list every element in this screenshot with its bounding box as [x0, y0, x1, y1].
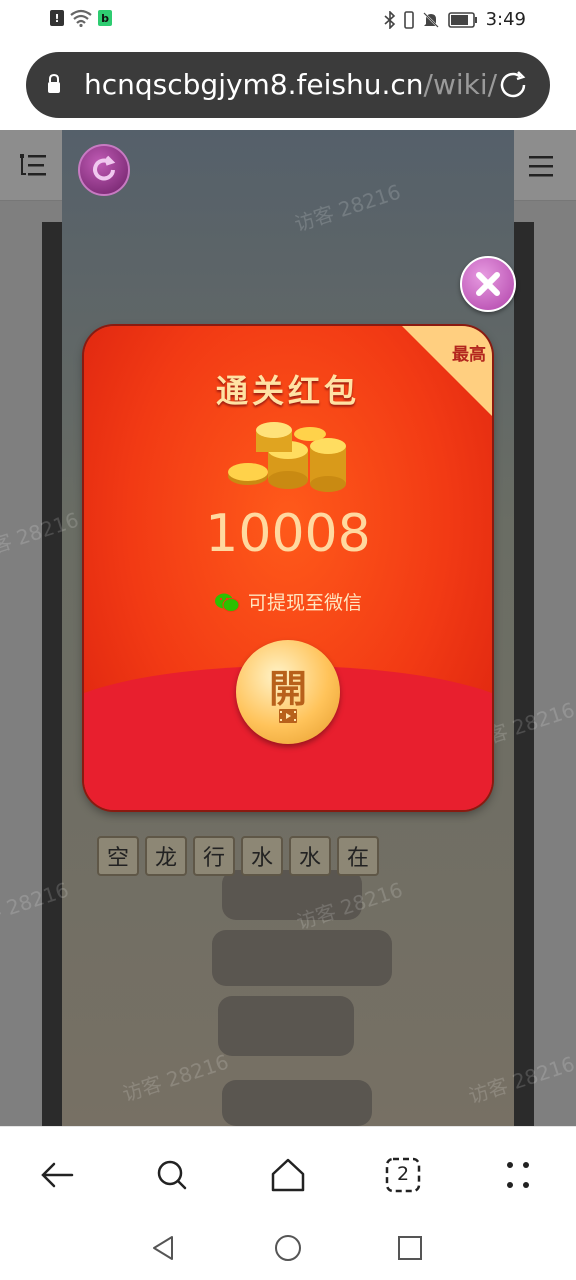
vibrate-icon	[403, 10, 414, 29]
close-button[interactable]	[460, 256, 516, 312]
tabs-button[interactable]: 2	[383, 1155, 423, 1195]
open-button[interactable]: 開	[236, 640, 340, 744]
status-right-icons: 3:49	[384, 9, 526, 30]
system-nav-bar	[0, 1216, 576, 1280]
address-bar[interactable]: hcnqscbgjym8.feishu.cn/wiki/	[26, 52, 550, 118]
tab-count: 2	[396, 1163, 410, 1185]
bg-shape	[218, 996, 354, 1056]
reload-icon[interactable]	[496, 68, 530, 102]
withdraw-text: 可提现至微信	[247, 592, 362, 614]
status-left-icons: ! b	[50, 9, 112, 27]
answer-tile[interactable]: 行	[193, 836, 235, 876]
system-home-icon[interactable]	[274, 1234, 302, 1262]
bluetooth-icon	[384, 10, 395, 29]
answer-tile[interactable]: 水	[289, 836, 331, 876]
bg-shape	[212, 930, 392, 986]
menu-icon[interactable]	[528, 154, 554, 178]
open-label: 開	[268, 667, 307, 711]
answer-tile[interactable]: 龙	[145, 836, 187, 876]
close-icon	[476, 272, 500, 296]
url-domain: hcnqscbgjym8.feishu.cn	[84, 68, 424, 101]
corner-label: 最高	[452, 345, 486, 365]
home-icon[interactable]	[268, 1155, 308, 1195]
status-time: 3:49	[485, 9, 526, 30]
bg-shape	[222, 1080, 372, 1126]
battery-icon	[447, 11, 477, 28]
system-recents-icon[interactable]	[396, 1234, 424, 1262]
wifi-icon	[70, 9, 92, 27]
more-icon[interactable]	[498, 1155, 538, 1195]
back-icon[interactable]	[38, 1155, 78, 1195]
web-page: 访客 28216 访客 28216 访客 28216 访客 28216 访客 2…	[0, 130, 576, 1126]
answer-tile[interactable]: 在	[337, 836, 379, 876]
refresh-icon	[93, 155, 116, 181]
game-refresh-button[interactable]	[78, 144, 130, 196]
browser-nav-bar: 2	[0, 1126, 576, 1217]
system-back-icon[interactable]	[150, 1234, 178, 1262]
url-text[interactable]: hcnqscbgjym8.feishu.cn/wiki/	[84, 68, 502, 101]
red-packet-dialog: 最高 通关红包 10008 可提现至微信 開	[84, 326, 492, 810]
lock-icon	[48, 73, 60, 93]
video-icon	[279, 709, 297, 723]
search-icon[interactable]	[152, 1155, 192, 1195]
mute-icon	[422, 11, 439, 28]
wechat-icon	[214, 593, 240, 612]
withdraw-note: 可提现至微信	[84, 588, 492, 615]
prize-amount: 10008	[205, 504, 371, 564]
gold-coins-icon	[228, 422, 346, 492]
url-path: /wiki/	[423, 68, 498, 101]
toc-icon[interactable]	[18, 152, 48, 178]
alert-icon: !	[50, 10, 64, 26]
answer-tile[interactable]: 水	[241, 836, 283, 876]
status-bar: ! b 3:49	[0, 0, 576, 40]
answer-tiles: 空 龙 行 水 水 在	[97, 836, 379, 876]
answer-tile[interactable]: 空	[97, 836, 139, 876]
red-packet-title: 通关红包	[215, 372, 360, 410]
b-app-icon: b	[98, 10, 112, 26]
